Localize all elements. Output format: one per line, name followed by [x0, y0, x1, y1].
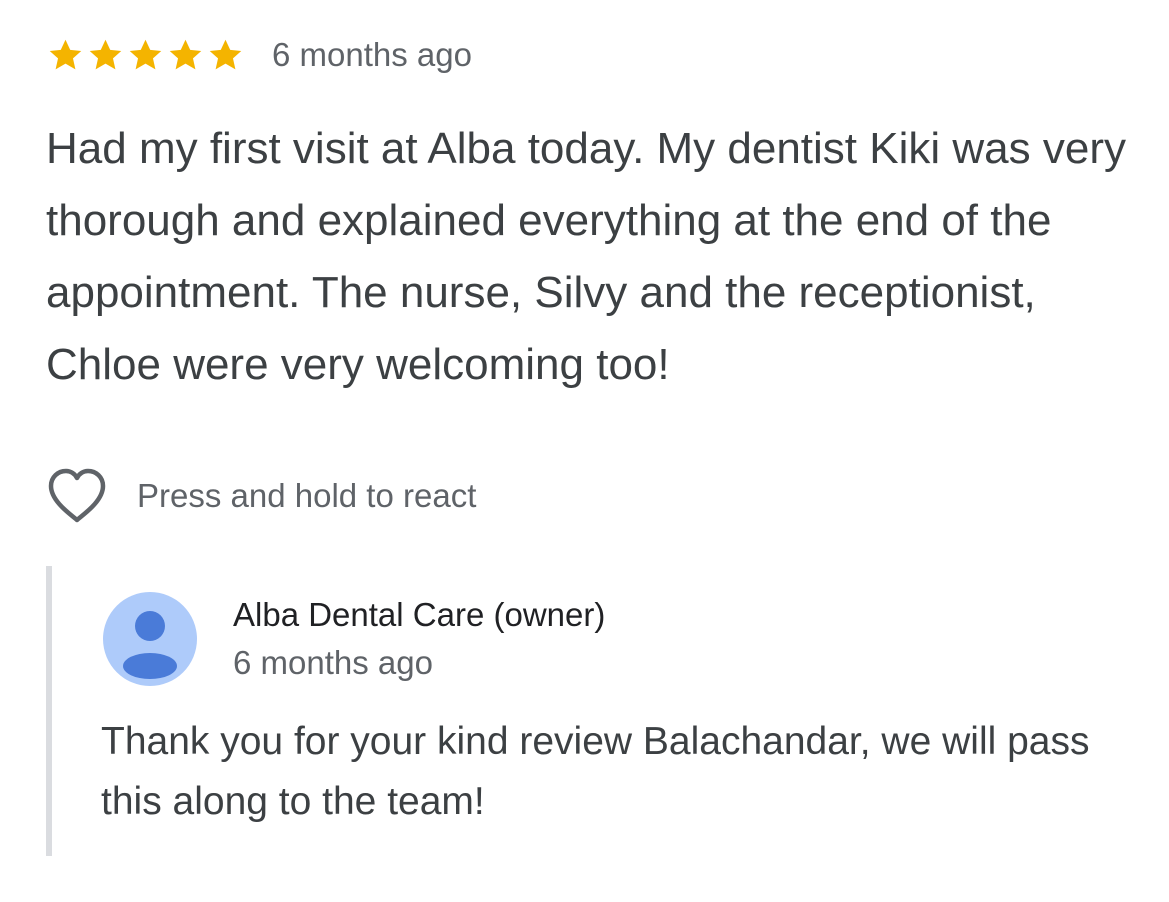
star-icon: [46, 36, 85, 75]
heart-outline-icon[interactable]: [46, 467, 108, 525]
star-icon: [126, 36, 165, 75]
star-icon: [166, 36, 205, 75]
owner-avatar: [103, 592, 197, 686]
rating-row: 6 months ago: [46, 30, 472, 80]
owner-reply: Alba Dental Care (owner) 6 months ago Th…: [46, 566, 1136, 856]
owner-reply-timestamp: 6 months ago: [233, 644, 433, 681]
owner-name: Alba Dental Care (owner): [233, 596, 606, 633]
react-row: Press and hold to react: [46, 466, 476, 526]
star-icon: [206, 36, 245, 75]
review-text: Had my first visit at Alba today. My den…: [46, 124, 1126, 389]
review-card: 6 months ago Had my first visit at Alba …: [0, 0, 1169, 902]
star-icon: [86, 36, 125, 75]
person-icon: [103, 592, 197, 686]
owner-reply-text: Thank you for your kind review Balachand…: [101, 720, 1090, 823]
react-label: Press and hold to react: [137, 477, 477, 514]
star-rating: [46, 36, 245, 75]
review-timestamp: 6 months ago: [272, 36, 472, 73]
